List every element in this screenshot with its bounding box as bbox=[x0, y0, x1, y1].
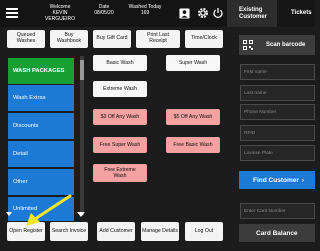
customer-panel: Existing Customer Tickets Scan barcode F… bbox=[227, 0, 315, 251]
log-out-button[interactable]: Log Out bbox=[185, 222, 223, 241]
tab-existing-customer[interactable]: Existing Customer bbox=[227, 0, 277, 27]
buy-gift-card-button[interactable]: Buy Gift Card bbox=[93, 30, 131, 48]
qr-code-icon bbox=[243, 40, 253, 50]
power-icon[interactable] bbox=[212, 7, 224, 19]
find-customer-button[interactable]: Find Customer › bbox=[239, 171, 315, 189]
find-customer-label: Find Customer bbox=[253, 176, 299, 184]
card-number-field[interactable]: Enter Card Number bbox=[240, 203, 315, 219]
header-bar: Welcome KEVIN VERGUEIRO Date 08/05/20 Wa… bbox=[0, 0, 227, 27]
category-wash-packages[interactable]: WASH PACKAGES bbox=[8, 58, 74, 84]
washed-value: 169 bbox=[140, 10, 150, 16]
category-other[interactable]: Other bbox=[8, 169, 74, 195]
top-toolbar: Queued Washes Buy Washbook Buy Gift Card… bbox=[0, 27, 227, 49]
rfid-field[interactable]: RFID bbox=[240, 125, 315, 141]
free-super-wash-button[interactable]: Free Super Wash bbox=[93, 137, 147, 153]
date-block: Date 08/05/20 bbox=[88, 4, 120, 16]
queued-washes-button[interactable]: Queued Washes bbox=[7, 30, 45, 48]
date-value: 08/05/20 bbox=[94, 10, 114, 16]
last-name-field[interactable]: Last name bbox=[240, 85, 315, 101]
free-extreme-wash-button[interactable]: Free Extreme Wash bbox=[93, 164, 147, 182]
tab-tickets[interactable]: Tickets bbox=[277, 0, 315, 27]
category-unlimited[interactable]: Unlimited bbox=[8, 197, 74, 221]
time-clock-button[interactable]: Time/Clock bbox=[185, 30, 223, 48]
card-balance-button[interactable]: Card Balance bbox=[239, 224, 315, 242]
category-discounts[interactable]: Discounts bbox=[8, 113, 74, 139]
scrollbar-thumb[interactable] bbox=[80, 60, 84, 80]
scroll-down-small-icon[interactable] bbox=[6, 212, 12, 216]
extreme-wash-button[interactable]: Extreme Wash bbox=[93, 81, 147, 97]
license-plate-field[interactable]: License Plate bbox=[240, 145, 315, 161]
three-off-button[interactable]: $3 Off Any Wash bbox=[93, 109, 147, 125]
phone-number-field[interactable]: Phone Number bbox=[240, 104, 315, 120]
free-basic-wash-button[interactable]: Free Basic Wash bbox=[166, 137, 220, 153]
gear-icon[interactable] bbox=[197, 7, 209, 19]
scroll-down-icon[interactable] bbox=[77, 212, 85, 217]
add-customer-button[interactable]: Add Customer bbox=[97, 222, 135, 241]
buy-washbook-button[interactable]: Buy Washbook bbox=[50, 30, 88, 48]
chevron-right-icon: › bbox=[301, 176, 305, 184]
washed-today-block: Washed Today 169 bbox=[124, 4, 166, 16]
menu-icon[interactable] bbox=[6, 8, 18, 18]
welcome-name: KEVIN VERGUEIRO bbox=[44, 10, 75, 22]
category-wash-extras[interactable]: Wash Extras bbox=[8, 85, 74, 111]
person-icon[interactable] bbox=[179, 8, 190, 19]
category-scrollbar[interactable] bbox=[80, 56, 84, 216]
search-invoice-button[interactable]: Search Invoice bbox=[50, 222, 88, 241]
welcome-block: Welcome KEVIN VERGUEIRO bbox=[38, 4, 82, 22]
basic-wash-button[interactable]: Basic Wash bbox=[93, 55, 147, 71]
category-detail[interactable]: Detail bbox=[8, 141, 74, 167]
first-name-field[interactable]: First name bbox=[240, 64, 315, 80]
open-register-button[interactable]: Open Register bbox=[7, 222, 45, 241]
five-off-button[interactable]: $5 Off Any Wash bbox=[166, 109, 220, 125]
print-last-receipt-button[interactable]: Print Last Receipt bbox=[136, 30, 180, 48]
manage-details-button[interactable]: Manage Details bbox=[141, 222, 179, 241]
super-wash-button[interactable]: Super Wash bbox=[166, 55, 220, 71]
